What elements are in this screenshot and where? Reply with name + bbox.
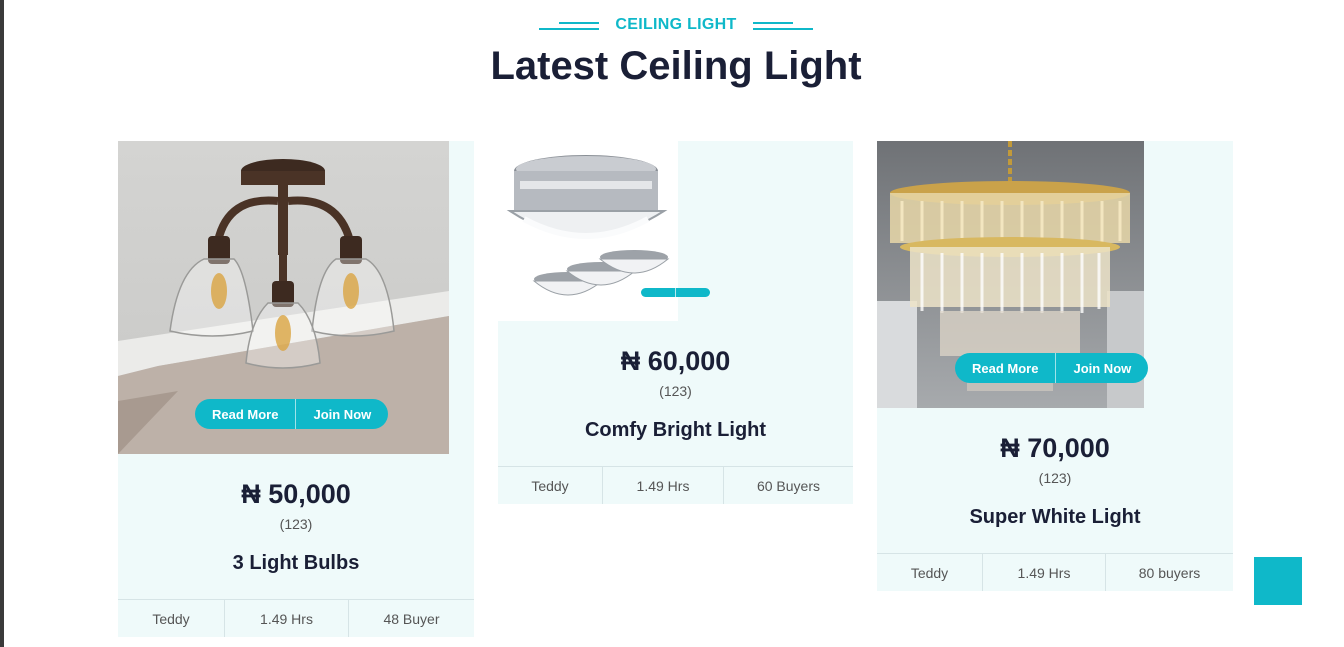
window-frame-left (0, 0, 4, 647)
product-rating: (123) (659, 383, 692, 399)
join-now-button[interactable]: Join Now (1056, 353, 1148, 383)
product-card: Read More Join Now ₦ 50,000 (123) 3 Ligh… (118, 141, 474, 637)
product-name: 3 Light Bulbs (232, 552, 360, 574)
product-meta: Teddy 1.49 Hrs 48 Buyer (118, 599, 474, 637)
read-more-button[interactable]: Read More (955, 353, 1057, 383)
meta-duration: 1.49 Hrs (603, 467, 724, 504)
section-title: Latest Ceiling Light (490, 44, 862, 88)
join-now-button[interactable]: Join Now (296, 399, 388, 429)
product-price: ₦ 60,000 (620, 346, 731, 376)
product-name: Super White Light (969, 506, 1141, 528)
meta-author: Teddy (118, 600, 225, 637)
decorative-lines-right (752, 21, 813, 30)
card-actions: Read More Join Now (955, 353, 1149, 383)
section-subtitle-row: CEILING LIGHT (0, 16, 1344, 34)
meta-author: Teddy (877, 554, 983, 591)
meta-buyers: 60 Buyers (756, 477, 821, 494)
read-more-button[interactable]: Read More (195, 399, 297, 429)
section-subtitle: CEILING LIGHT (615, 16, 737, 33)
decorative-lines-left (539, 21, 600, 30)
product-rating: (123) (1038, 470, 1072, 486)
product-card: ₦ 60,000 (123) Comfy Bright Light Teddy … (498, 141, 853, 504)
read-more-button[interactable] (641, 288, 676, 297)
product-price: ₦ 70,000 (1000, 433, 1110, 463)
card-actions: Read More Join Now (195, 399, 389, 429)
card-actions-collapsed[interactable] (641, 288, 710, 297)
product-meta: Teddy 1.49 Hrs 60 Buyers (498, 466, 853, 504)
product-rating: (123) (279, 516, 313, 532)
product-price: ₦ 50,000 (241, 479, 351, 509)
product-meta: Teddy 1.49 Hrs 80 buyers (877, 553, 1233, 591)
meta-duration: 1.49 Hrs (225, 600, 349, 637)
join-now-button[interactable] (676, 288, 710, 297)
meta-buyers: 80 buyers (1138, 564, 1201, 581)
scroll-to-top-icon[interactable] (1254, 557, 1302, 605)
product-name: Comfy Bright Light (584, 419, 767, 441)
meta-duration: 1.49 Hrs (983, 554, 1106, 591)
product-card: Read More Join Now ₦ 70,000 (123) Super … (877, 141, 1233, 591)
meta-buyers: 48 Buyer (383, 610, 440, 627)
meta-author: Teddy (498, 467, 603, 504)
